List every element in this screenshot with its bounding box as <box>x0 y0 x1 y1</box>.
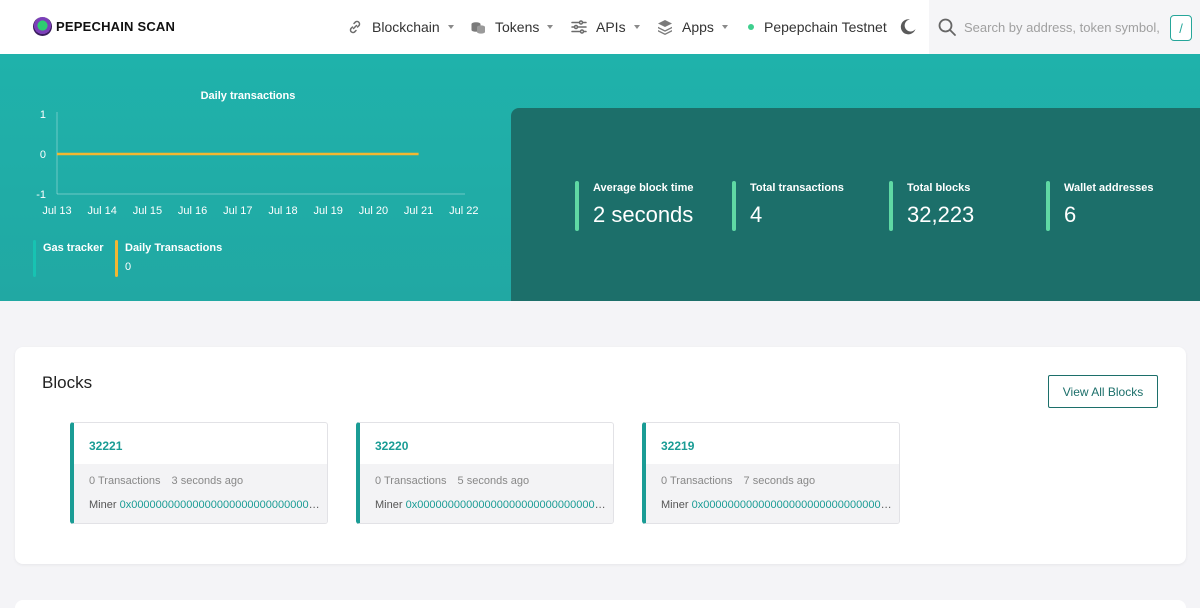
x-tick-label: Jul 14 <box>88 205 117 217</box>
stat-accent-bar <box>1046 181 1050 231</box>
block-meta: 0 Transactions 5 seconds ago <box>375 475 529 487</box>
stat-label: Total transactions <box>750 182 844 194</box>
network-name: Pepepchain Testnet <box>764 19 887 35</box>
layers-icon <box>657 19 673 35</box>
coins-icon <box>470 19 486 35</box>
search-input[interactable] <box>964 17 1164 37</box>
moon-icon[interactable] <box>899 18 917 36</box>
x-tick-label: Jul 16 <box>178 205 207 217</box>
x-tick-label: Jul 15 <box>133 205 162 217</box>
stat-label: Wallet addresses <box>1064 182 1154 194</box>
miner-address-link[interactable]: 0x00000000000000000000000000000000000000… <box>406 499 611 511</box>
x-tick-label: Jul 17 <box>223 205 252 217</box>
view-all-blocks-button[interactable]: View All Blocks <box>1048 375 1158 408</box>
block-age: 5 seconds ago <box>457 475 530 487</box>
x-tick-label: Jul 21 <box>404 205 433 217</box>
block-number-link[interactable]: 32220 <box>375 439 408 453</box>
y-tick-label: 0 <box>40 149 46 161</box>
chevron-down-icon <box>547 25 554 29</box>
pepechain-logo-icon <box>33 17 52 36</box>
search-shortcut-key: / <box>1170 15 1192 41</box>
x-tick-label: Jul 20 <box>359 205 388 217</box>
chevron-down-icon <box>633 25 640 29</box>
blocks-title: Blocks <box>42 373 93 392</box>
block-tile-details: 0 Transactions 7 seconds ago Miner 0x0000… <box>646 464 899 523</box>
miner-label: Miner <box>661 499 689 511</box>
nav-blockchain-label: Blockchain <box>372 19 440 35</box>
nav-tokens[interactable]: Tokens <box>470 0 554 54</box>
block-tile: 32221 0 Transactions 3 seconds ago Miner … <box>70 422 328 524</box>
miner-label: Miner <box>375 499 403 511</box>
stat-label: Total blocks <box>907 182 971 194</box>
nav-blockchain[interactable]: Blockchain <box>347 0 454 54</box>
daily-transactions-chart: 1 0 -1 Jul 13 Jul 14 Jul 15 Jul 16 Jul 17 Jul 18… <box>36 109 478 217</box>
search-bar <box>929 0 1200 54</box>
block-miner: Miner 0x00000000000000000000000000000000… <box>375 499 611 511</box>
legend-label: Gas tracker <box>43 242 104 254</box>
next-section-card <box>15 600 1186 608</box>
stat-accent-bar <box>889 181 893 231</box>
block-age: 7 seconds ago <box>743 475 816 487</box>
block-tx-count: 0 Transactions <box>89 475 161 487</box>
brand-link[interactable]: PEPECHAIN SCAN <box>33 17 175 36</box>
block-miner: Miner 0x00000000000000000000000000000000… <box>661 499 897 511</box>
link-icon <box>347 19 363 35</box>
miner-address-link[interactable]: 0x00000000000000000000000000000000000000… <box>120 499 325 511</box>
brand-name: PEPECHAIN SCAN <box>56 19 176 34</box>
legend-value: 0 <box>125 261 132 273</box>
stat-value: 6 <box>1064 202 1077 227</box>
top-navbar: PEPECHAIN SCAN Blockchain Tokens APIs Ap… <box>0 0 1200 54</box>
stat-accent-bar <box>575 181 579 231</box>
network-status-dot <box>748 24 754 30</box>
nav-apps-label: Apps <box>682 19 714 35</box>
stat-value: 4 <box>750 202 763 227</box>
stat-value: 32,223 <box>907 202 975 227</box>
block-tile-details: 0 Transactions 5 seconds ago Miner 0x0000… <box>360 464 613 523</box>
block-number-link[interactable]: 32219 <box>661 439 694 453</box>
stat-value: 2 seconds <box>593 202 694 227</box>
nav-tokens-label: Tokens <box>495 19 540 35</box>
stat-label: Average block time <box>593 182 694 194</box>
chevron-down-icon <box>721 25 728 29</box>
block-tx-count: 0 Transactions <box>375 475 447 487</box>
x-tick-label: Jul 19 <box>314 205 343 217</box>
block-tile: 32219 0 Transactions 7 seconds ago Miner … <box>642 422 900 524</box>
block-miner: Miner 0x00000000000000000000000000000000… <box>89 499 325 511</box>
miner-address-link[interactable]: 0x00000000000000000000000000000000000000… <box>692 499 897 511</box>
y-tick-label: 1 <box>40 109 46 121</box>
x-tick-label: Jul 22 <box>449 205 478 217</box>
legend-label: Daily Transactions <box>125 242 223 254</box>
block-number-link[interactable]: 32221 <box>89 439 122 453</box>
block-age: 3 seconds ago <box>171 475 244 487</box>
block-tile-header: 32219 <box>646 423 899 464</box>
network-selector[interactable]: Pepepchain Testnet <box>748 0 887 54</box>
search-icon <box>937 17 957 37</box>
chevron-down-icon <box>447 25 454 29</box>
block-tile: 32220 0 Transactions 5 seconds ago Miner … <box>356 422 614 524</box>
x-tick-label: Jul 13 <box>42 205 71 217</box>
block-meta: 0 Transactions 3 seconds ago <box>89 475 243 487</box>
sliders-icon <box>571 19 587 35</box>
nav-apis[interactable]: APIs <box>571 0 640 54</box>
block-meta: 0 Transactions 7 seconds ago <box>661 475 815 487</box>
stat-accent-bar <box>732 181 736 231</box>
y-tick-label: -1 <box>36 189 46 201</box>
legend-color-bar <box>115 240 118 277</box>
legend-color-bar <box>33 240 36 277</box>
x-tick-label: Jul 18 <box>268 205 297 217</box>
block-tile-details: 0 Transactions 3 seconds ago Miner 0x0000… <box>74 464 327 523</box>
block-tile-header: 32221 <box>74 423 327 464</box>
nav-apps[interactable]: Apps <box>657 0 728 54</box>
block-tx-count: 0 Transactions <box>661 475 733 487</box>
nav-apis-label: APIs <box>596 19 626 35</box>
miner-label: Miner <box>89 499 117 511</box>
block-tile-header: 32220 <box>360 423 613 464</box>
